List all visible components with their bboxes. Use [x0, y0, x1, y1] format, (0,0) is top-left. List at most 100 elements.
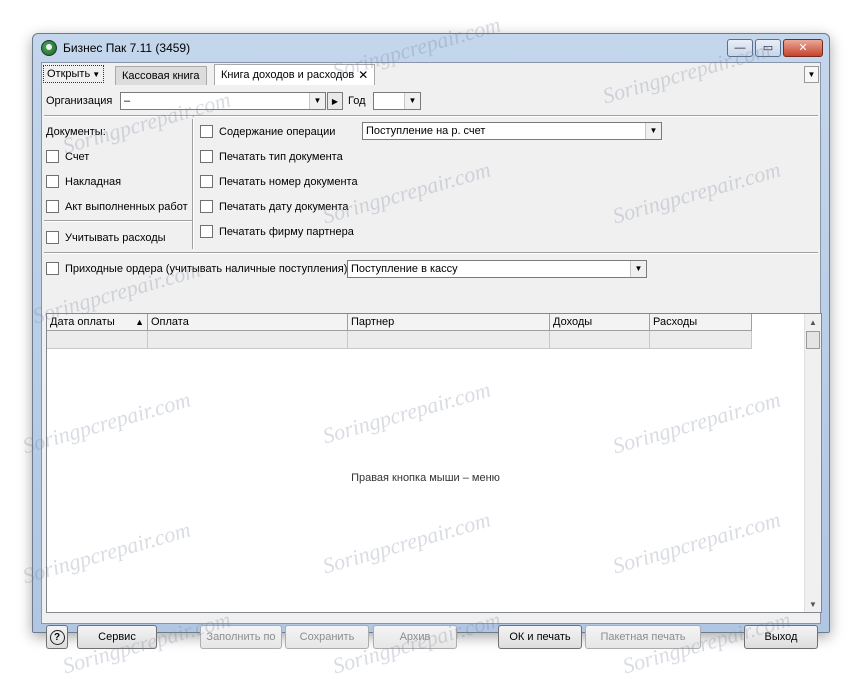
tab-income-expense-book[interactable]: Книга доходов и расходов ✕ — [214, 64, 376, 85]
fill-by-button[interactable]: Заполнить по — [200, 625, 282, 649]
checkbox-label: Печатать фирму партнера — [219, 225, 354, 238]
checkbox-box — [46, 175, 59, 188]
column-header-label: Оплата — [151, 316, 189, 328]
help-button[interactable]: ? — [46, 625, 68, 649]
vertical-scrollbar[interactable]: ▲ ▼ — [804, 314, 821, 612]
chevron-down-icon: ▼ — [645, 123, 661, 139]
chevron-down-icon: ▼ — [92, 69, 101, 79]
operation-content-value: Поступление на р. счет — [366, 125, 486, 137]
checkbox-box — [200, 150, 213, 163]
scroll-thumb[interactable] — [806, 331, 820, 349]
arrow-right-icon: ▶ — [331, 96, 339, 106]
tab-row: Открыть ▼ Кассовая книга Книга доходов и… — [42, 63, 820, 85]
divider — [44, 115, 818, 117]
ok-print-button[interactable]: ОК и печать — [498, 625, 582, 649]
chevron-down-icon: ▼ — [630, 261, 646, 277]
consider-expenses-checkbox[interactable]: Учитывать расходы — [46, 231, 166, 244]
column-header-payment[interactable]: Оплата — [148, 314, 348, 331]
save-button[interactable]: Сохранить — [285, 625, 369, 649]
scroll-up-icon[interactable]: ▲ — [805, 314, 821, 330]
print-doc-number-checkbox[interactable]: Печатать номер документа — [200, 175, 358, 188]
documents-heading: Документы: — [46, 126, 106, 138]
checkbox-label: Печатать тип документа — [219, 150, 343, 163]
checkbox-box — [200, 200, 213, 213]
open-menu-button[interactable]: Открыть ▼ — [43, 65, 105, 83]
organization-value: – — [124, 95, 131, 107]
organization-label: Организация — [46, 95, 113, 107]
column-header-label: Дата оплаты — [50, 316, 115, 328]
close-tab-icon[interactable]: ✕ — [358, 68, 368, 82]
checkbox-label: Приходные ордера (учитывать наличные пос… — [65, 262, 348, 275]
checkbox-box — [200, 225, 213, 238]
grid-header: Дата оплаты ▲ Оплата Партнер Доходы Расх… — [47, 314, 752, 331]
checkbox-label: Печатать дату документа — [219, 200, 349, 213]
batch-print-button[interactable]: Пакетная печать — [585, 625, 701, 649]
organization-open-button[interactable]: ▶ — [327, 92, 343, 110]
print-partner-firm-checkbox[interactable]: Печатать фирму партнера — [200, 225, 354, 238]
checkbox-label: Накладная — [65, 175, 122, 188]
column-header-expenses[interactable]: Расходы — [650, 314, 752, 331]
document-invoice-checkbox[interactable]: Счет — [46, 150, 89, 163]
checkbox-box — [46, 150, 59, 163]
table-cell — [47, 331, 148, 349]
service-button[interactable]: Сервис — [77, 625, 157, 649]
cash-orders-value: Поступление в кассу — [351, 263, 458, 275]
divider — [44, 220, 192, 222]
checkbox-label: Содержание операции — [219, 125, 336, 138]
year-select[interactable]: ▼ — [373, 92, 421, 110]
chevron-down-icon: ▼ — [807, 70, 816, 79]
organization-select[interactable]: – ▼ — [120, 92, 326, 110]
checkbox-label: Печатать номер документа — [219, 175, 358, 188]
checkbox-label: Акт выполненных работ — [65, 200, 188, 213]
table-cell — [650, 331, 752, 349]
tab-cash-book[interactable]: Кассовая книга — [115, 66, 207, 85]
checkbox-box — [46, 231, 59, 244]
checkbox-box — [46, 200, 59, 213]
operation-content-select[interactable]: Поступление на р. счет ▼ — [362, 122, 662, 140]
table-cell — [148, 331, 348, 349]
print-doc-date-checkbox[interactable]: Печатать дату документа — [200, 200, 349, 213]
chevron-down-icon: ▼ — [404, 93, 420, 109]
operation-content-checkbox[interactable]: Содержание операции — [200, 125, 335, 138]
checkbox-box — [200, 125, 213, 138]
title-bar: Бизнес Пак 7.11 (3459) — ▭ ✕ — [33, 34, 829, 62]
exit-button[interactable]: Выход — [744, 625, 818, 649]
cash-orders-checkbox[interactable]: Приходные ордера (учитывать наличные пос… — [46, 262, 347, 275]
table-cell — [348, 331, 550, 349]
tab-label: Книга доходов и расходов — [221, 69, 355, 81]
column-header-income[interactable]: Доходы — [550, 314, 650, 331]
window-title: Бизнес Пак 7.11 (3459) — [63, 41, 191, 55]
divider — [192, 119, 194, 249]
column-header-payment-date[interactable]: Дата оплаты ▲ — [47, 314, 148, 331]
open-menu-label: Открыть — [47, 68, 91, 80]
maximize-button[interactable]: ▭ — [755, 39, 781, 57]
checkbox-label: Учитывать расходы — [65, 231, 166, 244]
client-area: Открыть ▼ Кассовая книга Книга доходов и… — [41, 62, 822, 649]
close-button[interactable]: ✕ — [783, 39, 823, 57]
minimize-button[interactable]: — — [727, 39, 753, 57]
checkbox-box — [46, 262, 59, 275]
divider — [44, 252, 818, 254]
tab-list-dropdown[interactable]: ▼ — [804, 66, 819, 83]
document-act-checkbox[interactable]: Акт выполненных работ — [46, 200, 188, 213]
checkbox-box — [200, 175, 213, 188]
column-header-partner[interactable]: Партнер — [348, 314, 550, 331]
column-header-label: Партнер — [351, 316, 395, 328]
document-waybill-checkbox[interactable]: Накладная — [46, 175, 121, 188]
print-doc-type-checkbox[interactable]: Печатать тип документа — [200, 150, 343, 163]
table-cell — [550, 331, 650, 349]
scroll-down-icon[interactable]: ▼ — [805, 596, 821, 612]
table-row[interactable] — [47, 331, 752, 349]
column-header-label: Доходы — [553, 316, 593, 328]
checkbox-label: Счет — [65, 150, 90, 163]
app-logo-icon — [41, 40, 57, 56]
chevron-down-icon: ▼ — [309, 93, 325, 109]
column-header-label: Расходы — [653, 316, 698, 328]
cash-orders-select[interactable]: Поступление в кассу ▼ — [347, 260, 647, 278]
transactions-grid[interactable]: Дата оплаты ▲ Оплата Партнер Доходы Расх… — [46, 313, 822, 613]
archive-button[interactable]: Архив — [373, 625, 457, 649]
sort-ascending-icon: ▲ — [135, 317, 144, 327]
grid-hint-text: Правая кнопка мыши – меню — [351, 472, 500, 484]
question-icon: ? — [49, 629, 65, 645]
tab-label: Кассовая книга — [122, 70, 200, 82]
